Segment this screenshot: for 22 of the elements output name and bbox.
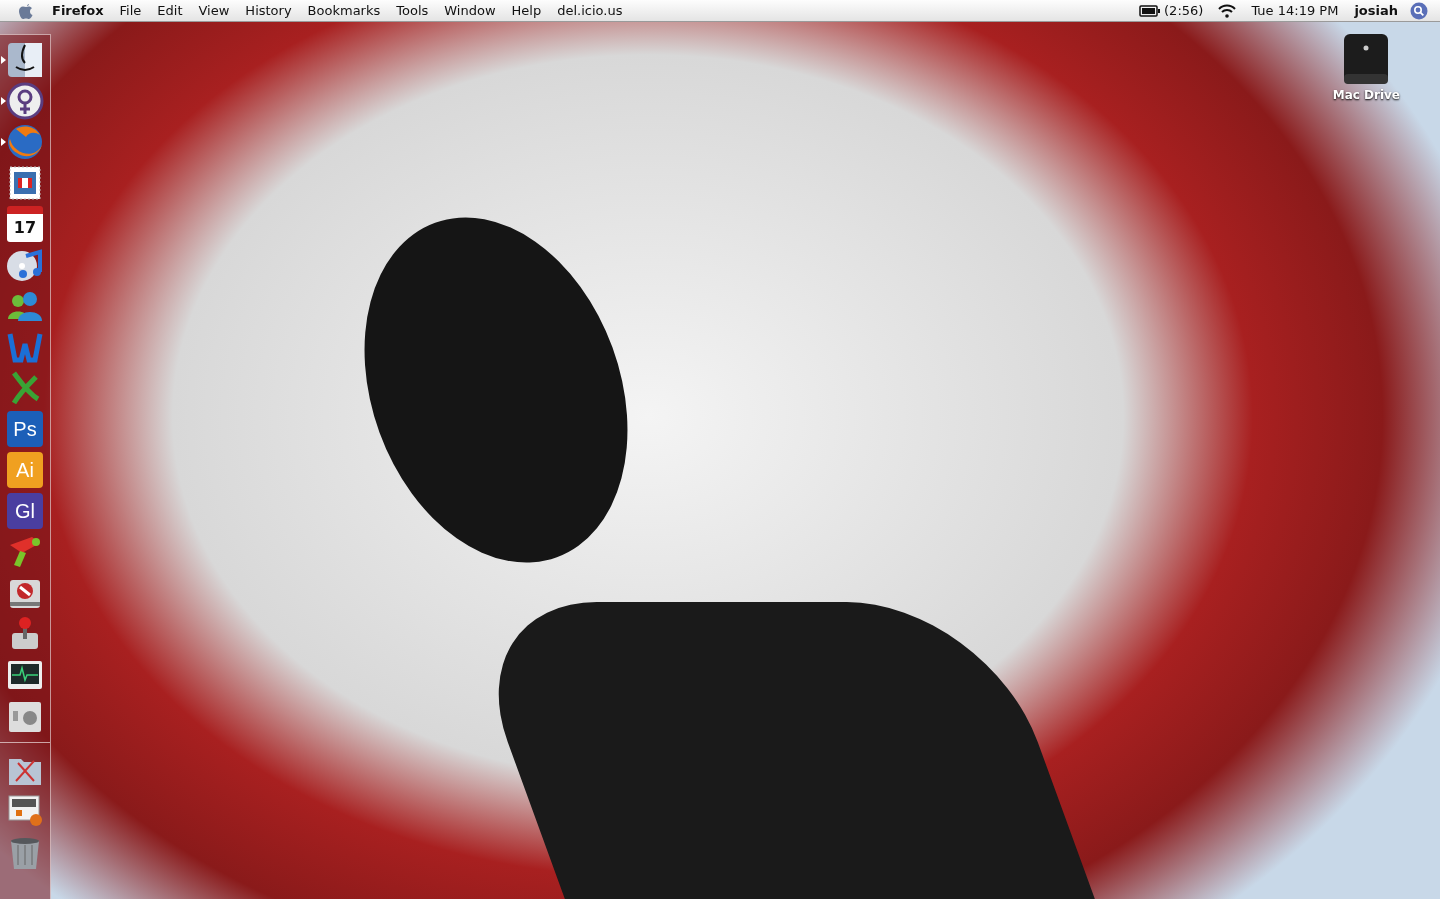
wifi-icon[interactable] <box>1217 3 1238 18</box>
battery-icon[interactable] <box>1139 4 1162 17</box>
menu-item[interactable]: Bookmarks <box>299 0 389 21</box>
menu-item[interactable]: View <box>190 0 238 21</box>
venus-symbol-icon[interactable] <box>6 81 44 120</box>
menu-item[interactable]: del.icio.us <box>549 0 631 21</box>
menu-item[interactable]: History <box>237 0 300 21</box>
menu-item[interactable]: Tools <box>388 0 437 21</box>
app-tile-icon[interactable]: Gl <box>7 492 43 529</box>
user-name[interactable]: josiah <box>1346 0 1406 21</box>
calendar-icon[interactable]: 17 <box>7 205 43 242</box>
clock[interactable]: Tue 14:19 PM <box>1243 0 1347 21</box>
menu-item[interactable]: File <box>111 0 150 21</box>
finder-face-icon[interactable] <box>6 40 44 79</box>
app-tile-icon[interactable]: Ps <box>7 410 43 447</box>
menu-item[interactable]: Help <box>503 0 550 21</box>
app-menu[interactable]: Firefox <box>44 0 112 21</box>
menu-item[interactable]: Edit <box>149 0 191 21</box>
apple-menu-icon[interactable] <box>18 1 34 20</box>
battery-time: (2:56) <box>1164 2 1205 20</box>
menu-item[interactable]: Window <box>436 0 504 21</box>
search-icon[interactable] <box>1410 1 1428 20</box>
